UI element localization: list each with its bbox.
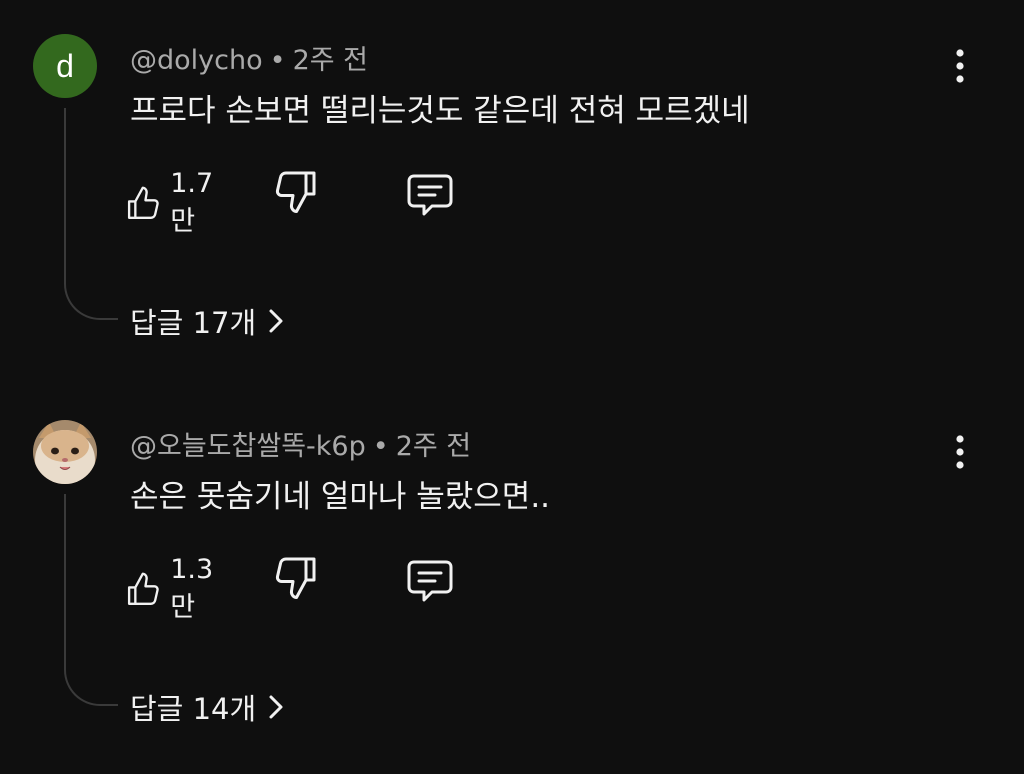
reply-button[interactable]: [406, 172, 454, 222]
like-button[interactable]: 1.3만: [126, 554, 223, 624]
comment-meta: @오늘도찹쌀똑-k6p • 2주 전: [130, 424, 471, 463]
reply-button[interactable]: [406, 558, 454, 608]
thread-connector-line: [64, 108, 118, 320]
replies-count-label: 답글 14개: [130, 692, 257, 726]
meta-separator: •: [269, 45, 286, 76]
chevron-right-icon: [268, 694, 284, 720]
more-vertical-icon: [956, 435, 964, 469]
avatar-letter: d: [56, 48, 74, 84]
meta-separator: •: [372, 431, 389, 462]
comment-text: 손은 못숨기네 얼마나 놀랐으면..: [130, 479, 551, 515]
author-handle[interactable]: @dolycho: [130, 45, 263, 76]
thumbs-down-icon: [275, 171, 316, 213]
thumbs-up-icon: [127, 186, 159, 219]
comment-text: 프로다 손보면 떨리는것도 같은데 전혀 모르겠네: [130, 93, 750, 129]
author-handle[interactable]: @오늘도찹쌀똑-k6p: [130, 431, 366, 462]
more-vertical-icon: [956, 49, 964, 83]
avatar[interactable]: [33, 420, 97, 484]
chevron-right-icon: [268, 308, 284, 334]
cat-avatar-icon: [33, 420, 97, 484]
thread-connector-line: [64, 494, 118, 706]
like-button[interactable]: 1.7만: [126, 168, 223, 238]
dislike-button[interactable]: [274, 168, 318, 220]
thumbs-up-icon: [127, 572, 159, 605]
view-replies-button[interactable]: 답글 14개: [130, 686, 284, 728]
comment-meta: @dolycho • 2주 전: [130, 38, 368, 77]
like-count: 1.7만: [170, 168, 214, 237]
avatar[interactable]: d: [33, 34, 97, 98]
like-count: 1.3만: [170, 554, 214, 623]
dislike-button[interactable]: [274, 554, 318, 606]
comment-time[interactable]: 2주 전: [293, 45, 368, 76]
more-options-button[interactable]: [940, 428, 980, 476]
view-replies-button[interactable]: 답글 17개: [130, 300, 284, 342]
comment-time[interactable]: 2주 전: [396, 431, 471, 462]
comment-icon: [407, 174, 453, 216]
comment-icon: [407, 560, 453, 602]
more-options-button[interactable]: [940, 42, 980, 90]
replies-count-label: 답글 17개: [130, 306, 257, 340]
comment-thread: d @dolycho • 2주 전 프로다 손보면 떨리는것도 같은데 전혀 모르겠…: [0, 0, 1024, 380]
thumbs-down-icon: [275, 557, 316, 599]
comment-thread: @오늘도찹쌀똑-k6p • 2주 전 손은 못숨기네 얼마나 놀랐으면.. 1.3만: [0, 386, 1024, 766]
